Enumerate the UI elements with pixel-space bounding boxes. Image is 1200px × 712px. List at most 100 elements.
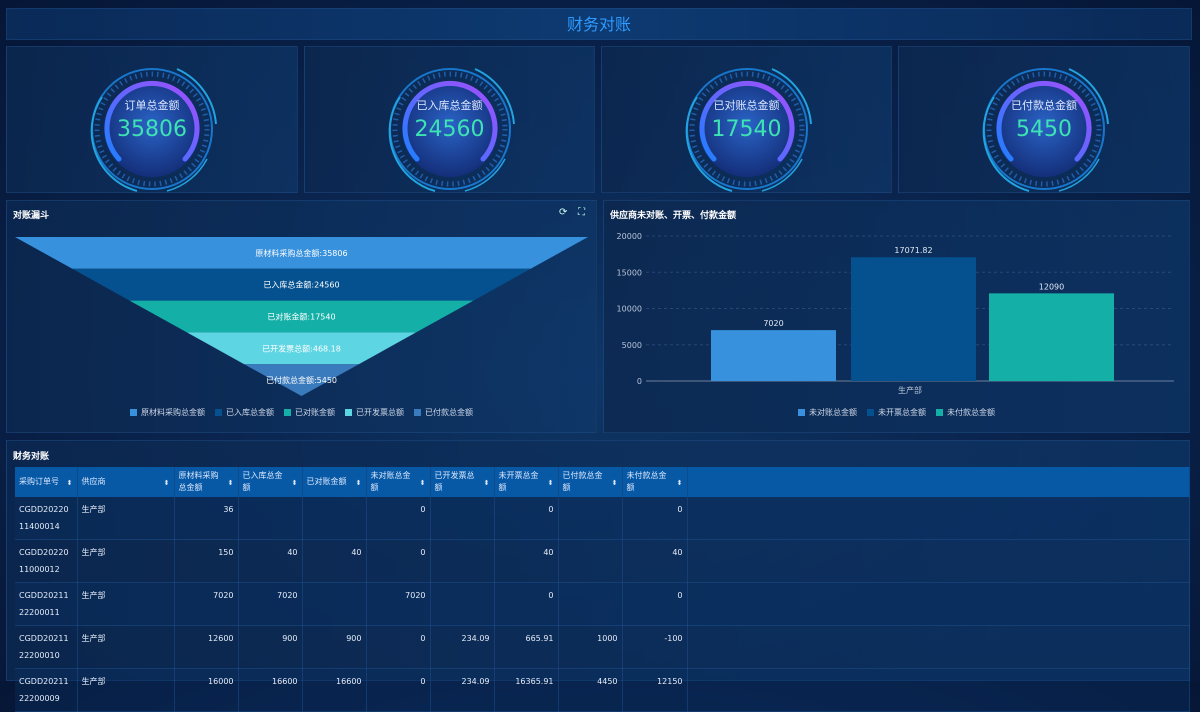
table-cell: 36 [174,497,239,540]
table-cell: 4450 [558,668,623,712]
column-header[interactable]: 未开票总金额 ⬍ [494,467,559,497]
stat-label: 已对账总金额 [713,99,780,112]
y-tick-label: 15000 [617,268,642,277]
table-cell: 16365.91 [494,668,559,712]
table-panel: 财务对账 采购订单号 ⬍ 供应商 ⬍ 原材料采购总金额 ⬍ 已入库总金额 ⬍ 已对账金额 ⬍ 未对账… [6,440,1190,712]
column-header[interactable]: 未付款总金额 ⬍ [622,467,688,497]
column-header-label: 未对账总金额 [370,471,411,492]
table-cell-filler [687,497,1190,540]
table-cell: 12150 [622,668,688,712]
page-title: 财务对账 [6,8,1192,40]
table-cell: 1000 [558,625,623,669]
legend-label: 已对账金额 [295,408,335,417]
legend-item[interactable]: 未对账总金额 [798,407,857,418]
sort-icon[interactable]: ⬍ [67,477,73,489]
table-cell: 0 [366,539,431,583]
column-header-label: 供应商 [81,477,106,486]
column-header-label: 未开票总金额 [498,471,539,492]
table-cell: 40 [494,539,559,583]
legend-label: 未开票总金额 [878,408,926,417]
column-header[interactable]: 供应商 ⬍ [77,467,175,497]
bar-value-label: 7020 [763,319,783,328]
table-cell: CGDD2022011400014 [15,497,78,540]
table-cell: 0 [366,625,431,669]
legend-label: 原材料采购总金额 [141,408,205,417]
table-cell [302,497,367,540]
sort-icon[interactable]: ⬍ [677,477,683,489]
table-cell: 生产部 [77,539,175,583]
legend-swatch [798,409,805,416]
table-row[interactable]: CGDD2021122200010 生产部 12600 900 900 0 234.09 66… [15,625,1190,669]
legend-swatch [130,409,137,416]
column-header[interactable]: 已入库总金额 ⬍ [238,467,303,497]
column-header[interactable]: 已对账金额 ⬍ [302,467,367,497]
bar-value-label: 12090 [1039,282,1064,291]
legend-swatch [215,409,222,416]
sort-icon[interactable]: ⬍ [356,477,362,489]
table-cell [302,582,367,626]
sort-icon[interactable]: ⬍ [292,477,298,489]
table-cell: 7020 [174,582,239,626]
table-cell: 生产部 [77,668,175,712]
table-cell: 生产部 [77,497,175,540]
sort-icon[interactable]: ⬍ [420,477,426,489]
legend-item[interactable]: 已入库总金额 [215,407,274,418]
bar-panel: 供应商未对账、开票、付款金额 0 5000 10000 15000 20000 7020 1… [603,200,1190,433]
sort-icon[interactable]: ⬍ [228,477,234,489]
table-cell [558,497,623,540]
column-header[interactable]: 采购订单号 ⬍ [15,467,78,497]
sort-icon[interactable]: ⬍ [612,477,618,489]
stat-value: 35806 [117,117,187,142]
legend-item[interactable]: 已付款总金额 [414,407,473,418]
funnel-label: 原材料采购总金额:35806 [255,248,347,258]
table-row[interactable]: CGDD2021122200011 生产部 7020 7020 7020 0 0 [15,582,1190,626]
column-header[interactable]: 已开发票总额 ⬍ [430,467,495,497]
table-cell: CGDD2022011000012 [15,539,78,583]
table-cell: 40 [302,539,367,583]
column-header[interactable]: 已付款总金额 ⬍ [558,467,623,497]
y-tick-label: 5000 [622,341,642,350]
sort-icon[interactable]: ⬍ [164,477,170,489]
stat-card-received-total: 已入库总金额 24560 [304,46,595,193]
stat-label: 订单总金额 [124,99,180,112]
table-cell: 生产部 [77,582,175,626]
sort-icon[interactable]: ⬍ [548,477,554,489]
column-header-label: 已付款总金额 [562,471,603,492]
column-header[interactable]: 未对账总金额 ⬍ [366,467,431,497]
column-header-label: 已对账金额 [306,477,347,486]
table-cell [430,539,495,583]
table-row[interactable]: CGDD2022011000012 生产部 150 40 40 0 40 40 [15,539,1190,583]
table-cell: 40 [238,539,303,583]
y-tick-label: 20000 [617,232,642,241]
bar-legend: 未对账总金额 未开票总金额 未付款总金额 [604,407,1189,418]
column-header-label: 采购订单号 [19,477,59,486]
table-row[interactable]: CGDD2021122200009 生产部 16000 16600 16600 0 234.… [15,668,1190,712]
funnel-label: 已开发票总额:468.18 [262,343,341,353]
legend-swatch [345,409,352,416]
table-cell: CGDD2021122200011 [15,582,78,626]
legend-item[interactable]: 原材料采购总金额 [130,407,205,418]
table-cell [430,582,495,626]
sort-icon[interactable]: ⬍ [484,477,490,489]
column-header-label: 未付款总金额 [626,471,667,492]
x-tick-label: 生产部 [898,385,922,395]
column-header-filler [687,467,1190,497]
column-header[interactable]: 原材料采购总金额 ⬍ [174,467,239,497]
legend-label: 未对账总金额 [809,408,857,417]
table-cell: 900 [302,625,367,669]
column-header-label: 已开发票总额 [434,471,475,492]
table-row[interactable]: CGDD2022011400014 生产部 36 0 0 0 [15,497,1190,540]
legend-item[interactable]: 已对账金额 [284,407,335,418]
table-cell [558,539,623,583]
table-cell [430,497,495,540]
legend-item[interactable]: 已开发票总额 [345,407,404,418]
table-cell [558,582,623,626]
legend-item[interactable]: 未开票总金额 [867,407,926,418]
y-tick-label: 0 [637,377,642,386]
stat-label: 已入库总金额 [416,99,483,112]
table-cell: 16000 [174,668,239,712]
table-cell-filler [687,582,1190,626]
legend-item[interactable]: 未付款总金额 [936,407,995,418]
legend-label: 已付款总金额 [425,408,473,417]
legend-label: 未付款总金额 [947,408,995,417]
